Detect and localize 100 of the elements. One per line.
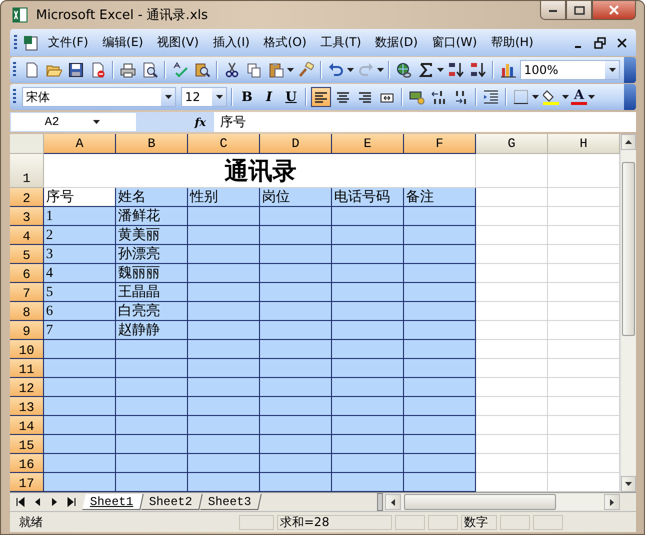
table-cell	[404, 473, 476, 492]
table-cell	[404, 302, 476, 321]
row-header[interactable]: 6	[10, 264, 44, 283]
font-name-dropdown[interactable]: 宋体	[22, 87, 176, 107]
column-header[interactable]: H	[548, 134, 620, 154]
row-header[interactable]: 4	[10, 226, 44, 245]
formula-input[interactable]: 序号	[214, 112, 636, 132]
column-header[interactable]: E	[332, 134, 404, 154]
row-header[interactable]: 15	[10, 435, 44, 454]
last-sheet-icon[interactable]	[65, 495, 78, 509]
name-box[interactable]: A2	[11, 113, 136, 131]
menu-item[interactable]: 文件(F)	[41, 32, 96, 53]
restore-icon[interactable]	[592, 34, 608, 50]
sort-ascending-icon[interactable]	[446, 60, 466, 80]
sheet-tab[interactable]: Sheet2	[142, 494, 204, 510]
row-header[interactable]: 1	[10, 154, 44, 188]
column-header[interactable]: C	[188, 134, 260, 154]
column-header[interactable]: A	[44, 134, 116, 154]
close-button[interactable]	[592, 1, 636, 20]
status-pane	[533, 514, 563, 530]
status-pane	[428, 514, 458, 530]
table-cell	[188, 416, 260, 435]
table-cell	[260, 397, 332, 416]
dropdown-arrow-icon[interactable]	[164, 95, 172, 99]
table-cell	[188, 321, 260, 340]
row-header[interactable]: 10	[10, 340, 44, 359]
scroll-up-button[interactable]	[621, 134, 636, 150]
dropdown-arrow-icon[interactable]	[377, 68, 384, 72]
sheet-tab[interactable]: Sheet3	[200, 494, 262, 510]
font-size-dropdown[interactable]: 12	[181, 87, 227, 107]
dropdown-arrow-icon[interactable]	[216, 95, 222, 99]
row-header[interactable]: 13	[10, 397, 44, 416]
table-cell: 黄美丽	[116, 226, 188, 245]
font-color-button[interactable]: A	[571, 89, 588, 105]
borders-icon[interactable]	[511, 87, 531, 107]
first-sheet-icon[interactable]	[14, 495, 27, 509]
table-cell	[188, 245, 260, 264]
sort-descending-icon[interactable]	[468, 60, 488, 80]
table-cell	[116, 416, 188, 435]
table-cell	[44, 454, 116, 473]
maximize-button[interactable]	[566, 1, 592, 20]
scrollbar-thumb[interactable]	[622, 162, 635, 336]
maximize-icon	[574, 6, 584, 14]
dropdown-arrow-icon[interactable]	[437, 68, 444, 72]
table-cell: 岗位	[260, 188, 332, 207]
table-cell	[188, 359, 260, 378]
row-header[interactable]: 9	[10, 321, 44, 340]
row-header[interactable]: 2	[10, 188, 44, 207]
menu-item[interactable]: 编辑(E)	[95, 32, 150, 53]
row-header[interactable]: 17	[10, 473, 44, 492]
column-header[interactable]: B	[116, 134, 188, 154]
table-cell	[332, 340, 404, 359]
table-cell	[44, 416, 116, 435]
menu-item[interactable]: 窗口(W)	[424, 32, 484, 53]
tab-split-handle[interactable]	[377, 493, 383, 511]
menu-item[interactable]: 插入(I)	[206, 32, 257, 53]
insert-function-button[interactable]: fx	[136, 116, 214, 128]
column-header[interactable]: G	[476, 134, 548, 154]
menu-item[interactable]: 工具(T)	[314, 32, 368, 53]
dropdown-arrow-icon[interactable]	[93, 120, 100, 124]
column-header[interactable]: F	[404, 134, 476, 154]
row-header[interactable]: 5	[10, 245, 44, 264]
excel-logo-icon[interactable]	[10, 5, 30, 25]
scroll-right-button[interactable]	[604, 494, 620, 510]
table-cell	[188, 397, 260, 416]
table-cell	[476, 188, 548, 207]
menu-item[interactable]: 视图(V)	[150, 32, 206, 53]
status-pane	[500, 514, 530, 530]
row-header[interactable]: 7	[10, 283, 44, 302]
scroll-down-button[interactable]	[621, 476, 636, 492]
hyperlink-globe-icon[interactable]	[394, 60, 414, 80]
row-header[interactable]: 16	[10, 454, 44, 473]
row-header[interactable]: 11	[10, 359, 44, 378]
row-header[interactable]: 12	[10, 378, 44, 397]
scroll-left-button[interactable]	[385, 494, 401, 510]
dropdown-arrow-icon[interactable]	[532, 95, 539, 99]
dropdown-arrow-icon[interactable]	[562, 95, 569, 99]
dropdown-arrow-icon[interactable]	[347, 68, 354, 72]
italic-button[interactable]: I	[259, 87, 279, 107]
align-left-button[interactable]	[311, 87, 331, 107]
sheet-tab[interactable]: Sheet1	[82, 494, 144, 510]
dropdown-arrow-icon[interactable]	[588, 95, 596, 99]
toolbar-options-button[interactable]	[624, 57, 636, 83]
menu-item[interactable]: 帮助(H)	[484, 32, 540, 53]
bold-button[interactable]: B	[237, 87, 257, 107]
horizontal-scrollbar-thumb[interactable]	[404, 494, 556, 510]
row-header[interactable]: 8	[10, 302, 44, 321]
menu-item[interactable]: 数据(D)	[368, 32, 425, 53]
dropdown-arrow-icon[interactable]	[287, 68, 294, 72]
row-header[interactable]: 14	[10, 416, 44, 435]
dropdown-arrow-icon[interactable]	[608, 68, 616, 72]
minimize-button[interactable]	[540, 1, 566, 20]
menu-item[interactable]: 格式(O)	[256, 32, 314, 53]
underline-button[interactable]: U	[281, 87, 301, 107]
table-cell	[188, 264, 260, 283]
zoom-dropdown[interactable]: 100%	[520, 60, 620, 80]
row-header[interactable]: 3	[10, 207, 44, 226]
column-header[interactable]: D	[260, 134, 332, 154]
table-cell	[476, 340, 548, 359]
toolbar-options-button[interactable]	[624, 84, 636, 110]
